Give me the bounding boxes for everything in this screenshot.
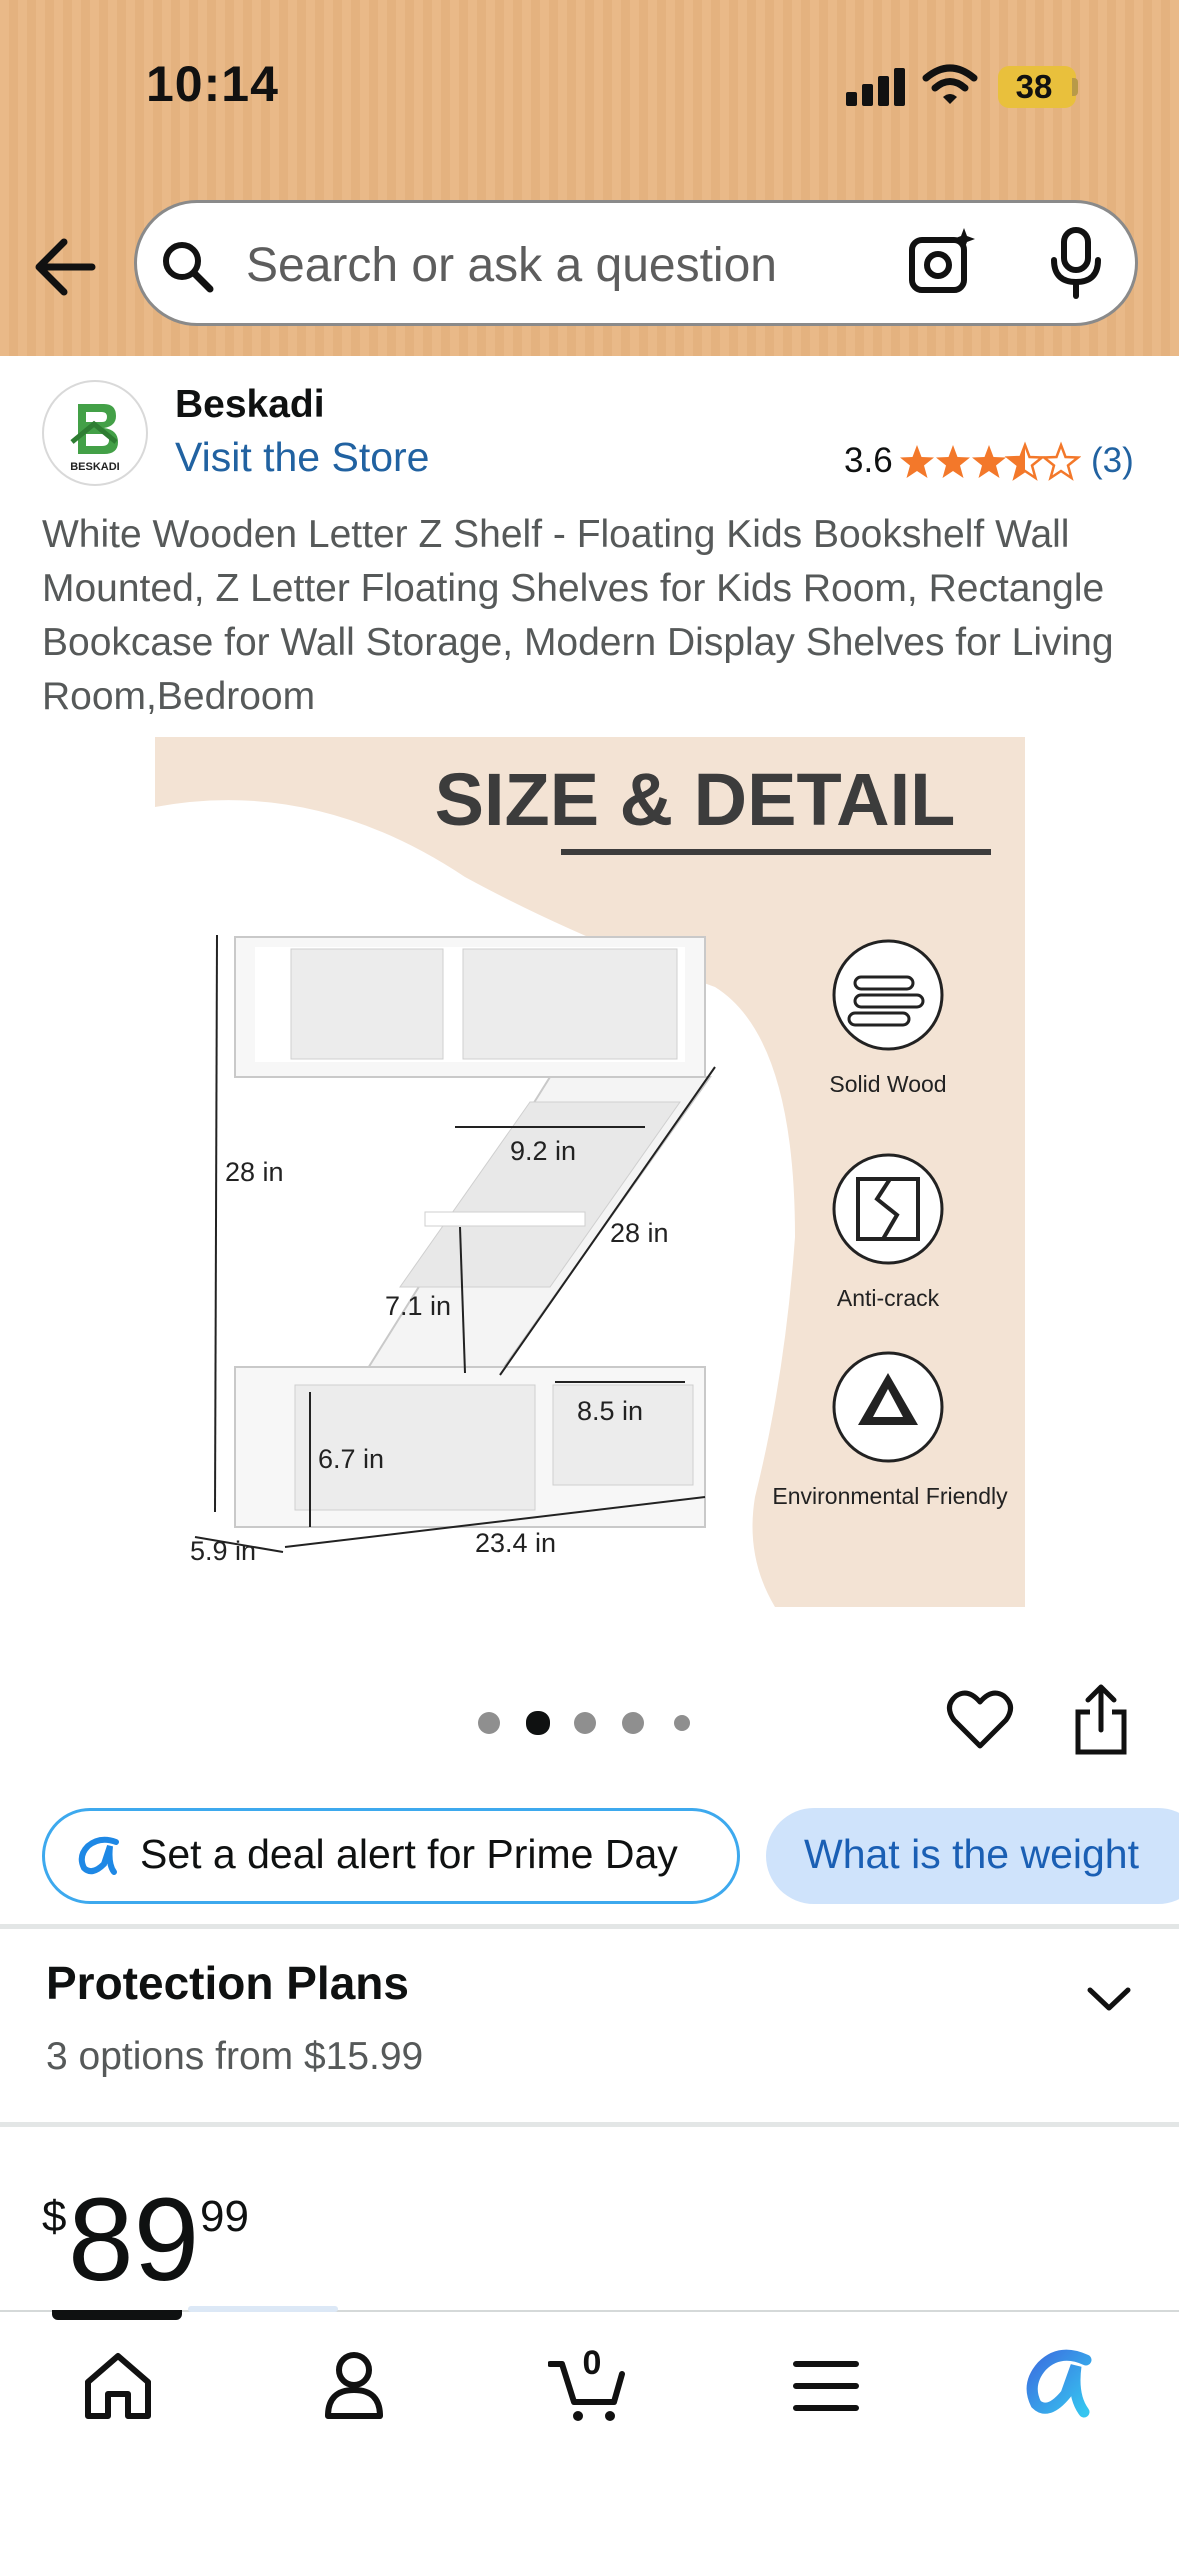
back-arrow-icon[interactable] xyxy=(30,232,104,302)
anti-crack-icon xyxy=(832,1153,944,1265)
search-icon xyxy=(163,242,214,293)
carousel-dot[interactable] xyxy=(674,1715,690,1731)
camera-search-icon[interactable] xyxy=(906,226,978,298)
price-fraction: 99 xyxy=(200,2192,249,2241)
battery-level: 38 xyxy=(1015,68,1053,105)
visit-store-link[interactable]: Visit the Store xyxy=(175,434,430,481)
question-chip-label[interactable]: What is the weight xyxy=(804,1831,1139,1878)
feature-label-2: Environmental Friendly xyxy=(772,1483,1008,1509)
carousel-dots[interactable] xyxy=(478,1708,698,1738)
search-placeholder[interactable]: Search or ask a question xyxy=(246,238,777,293)
person-icon[interactable] xyxy=(314,2346,394,2424)
tab-indicator-shadow xyxy=(188,2306,338,2312)
dim-height: 28 in xyxy=(225,1157,284,1187)
dim-depth: 5.9 in xyxy=(190,1536,256,1566)
image-heading: SIZE & DETAIL xyxy=(435,758,956,841)
dim-right-width: 8.5 in xyxy=(577,1396,643,1426)
protection-plans-subtitle: 3 options from $15.99 xyxy=(46,2035,424,2078)
dim-bottom-height: 6.7 in xyxy=(318,1444,384,1474)
star-rating-icon[interactable] xyxy=(899,440,1081,482)
section-divider xyxy=(0,1924,1179,1929)
cart-icon[interactable]: 0 xyxy=(548,2346,628,2424)
cart-count: 0 xyxy=(583,2346,602,2382)
rating-count-link[interactable]: (3) xyxy=(1091,441,1134,481)
section-divider xyxy=(0,2122,1179,2127)
feature-label-1: Anti-crack xyxy=(837,1285,940,1311)
wood-logs-icon xyxy=(832,939,944,1051)
carousel-dot[interactable] xyxy=(574,1712,596,1734)
rufus-icon[interactable] xyxy=(1020,2346,1100,2424)
cellular-signal-icon xyxy=(846,66,906,106)
rufus-icon xyxy=(78,1836,119,1875)
share-icon[interactable] xyxy=(1072,1684,1130,1756)
tab-indicator xyxy=(52,2310,182,2320)
heart-icon[interactable] xyxy=(946,1688,1014,1752)
deal-alert-label[interactable]: Set a deal alert for Prime Day xyxy=(140,1831,678,1878)
feature-label-0: Solid Wood xyxy=(829,1071,946,1097)
eco-triangle-icon xyxy=(832,1351,944,1463)
brand-logo-mark-icon: BESKADI xyxy=(70,404,120,473)
dim-top-width: 9.2 in xyxy=(510,1136,576,1166)
rating-value: 3.6 xyxy=(844,441,893,480)
dim-mid-height: 7.1 in xyxy=(385,1291,451,1321)
menu-icon[interactable] xyxy=(786,2346,866,2424)
brand-logo[interactable]: BESKADI xyxy=(42,380,148,486)
battery-nub xyxy=(1072,78,1078,96)
chevron-down-icon[interactable] xyxy=(1084,1982,1134,2016)
carousel-dot[interactable] xyxy=(622,1712,644,1734)
dim-width: 23.4 in xyxy=(475,1528,556,1558)
battery-icon: 38 xyxy=(998,66,1076,108)
home-icon[interactable] xyxy=(78,2346,158,2424)
carousel-dot[interactable] xyxy=(478,1712,500,1734)
wifi-icon xyxy=(922,64,978,104)
brand-name: Beskadi xyxy=(175,383,325,426)
dim-diagonal: 28 in xyxy=(610,1218,669,1248)
price-whole: 89 xyxy=(68,2174,200,2306)
price-symbol: $ xyxy=(42,2192,67,2241)
carousel-dot-active[interactable] xyxy=(526,1711,550,1735)
status-time: 10:14 xyxy=(146,56,279,112)
protection-plans-title[interactable]: Protection Plans xyxy=(46,1956,409,2010)
microphone-icon[interactable] xyxy=(1046,226,1106,300)
product-title: White Wooden Letter Z Shelf - Floating K… xyxy=(42,513,1114,718)
brand-logo-text: BESKADI xyxy=(70,461,120,473)
product-image[interactable]: SIZE & DETAIL 28 in 9.2 in 28 in 7.1 in … xyxy=(155,737,1025,1607)
